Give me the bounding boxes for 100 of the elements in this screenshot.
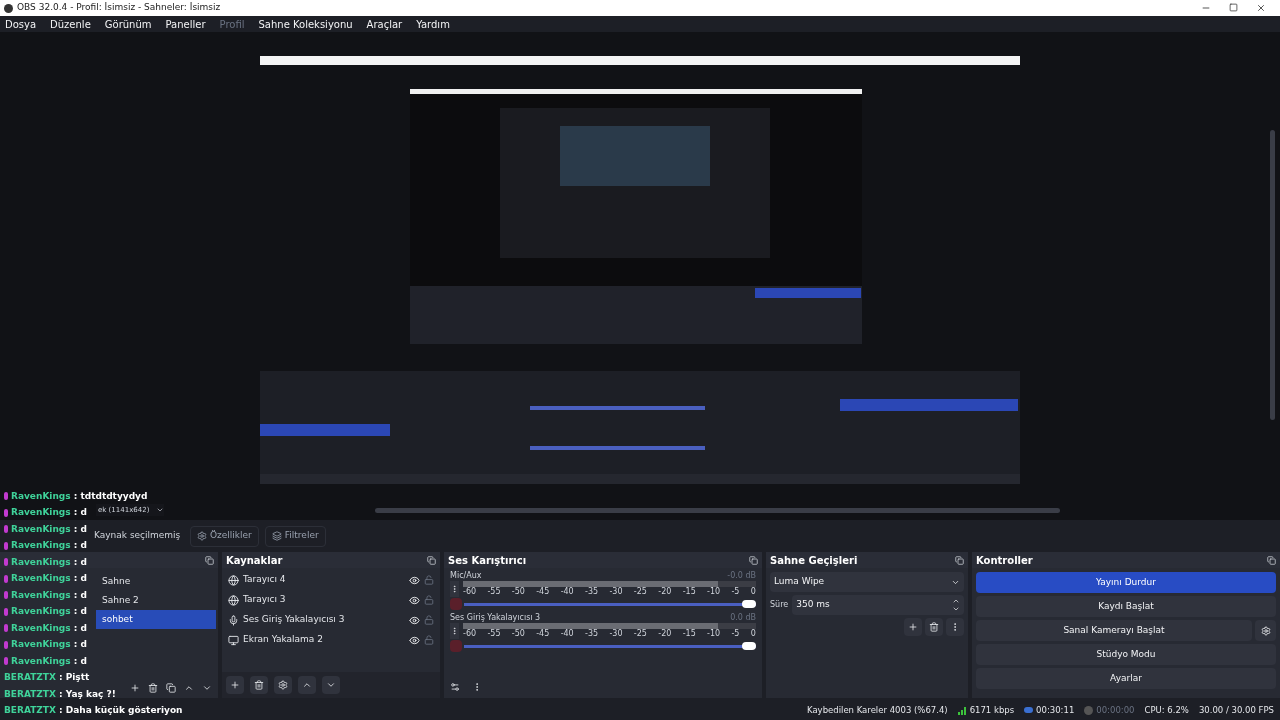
chat-username: RavenKings — [11, 588, 71, 602]
chat-message: : d — [73, 605, 87, 618]
decrement-icon[interactable] — [952, 605, 960, 613]
chat-username: RavenKings — [11, 638, 71, 651]
delete-icon[interactable] — [148, 683, 158, 693]
trash-icon — [254, 680, 264, 690]
scale-label: -40 — [560, 629, 574, 639]
slider-thumb[interactable] — [742, 599, 756, 608]
menu-item[interactable]: Dosya — [3, 16, 39, 32]
undock-icon[interactable] — [955, 555, 964, 565]
source-item[interactable]: Tarayıcı 4 — [222, 570, 440, 590]
channel-name: Mic/Aux — [450, 569, 482, 582]
eye-icon[interactable] — [409, 594, 420, 606]
globe-icon — [228, 594, 239, 606]
channel-reading: -0.0 dB — [727, 569, 756, 582]
toolbar-button[interactable]: Özellikler — [190, 525, 259, 547]
more-icon[interactable] — [450, 623, 459, 639]
more-icon[interactable] — [450, 581, 459, 597]
scale-label: -10 — [707, 629, 721, 639]
delete-button[interactable] — [925, 618, 943, 636]
source-item[interactable]: Ses Giriş Yakalayıcısı 3 — [222, 610, 440, 630]
chat-username: RavenKings — [11, 555, 71, 569]
undock-icon[interactable] — [427, 555, 436, 565]
chat-message: : Daha küçük gösteriyon — [58, 704, 183, 717]
undock-icon[interactable] — [1267, 555, 1276, 565]
control-button[interactable]: Kaydı Başlat — [976, 596, 1276, 617]
menu-item[interactable]: Araçlar — [364, 16, 405, 32]
scale-label: -45 — [536, 587, 550, 597]
scale-label: -20 — [658, 629, 672, 639]
source-name: Tarayıcı 4 — [243, 573, 287, 587]
undock-icon[interactable] — [205, 555, 214, 565]
add-icon[interactable] — [130, 683, 140, 693]
control-button[interactable]: Stüdyo Modu — [976, 644, 1276, 665]
scene-item[interactable]: Sahne — [96, 572, 216, 591]
scale-label: -15 — [682, 629, 696, 639]
chat-message: : d — [73, 588, 87, 602]
scale-label: 0 — [750, 629, 756, 639]
scene-item[interactable]: sohbet — [96, 610, 216, 629]
move-down-icon[interactable] — [202, 683, 212, 693]
scale-label: -15 — [682, 587, 696, 597]
source-item[interactable]: Tarayıcı 3 — [222, 590, 440, 610]
menu-item[interactable]: Paneller — [163, 16, 208, 32]
settings-button[interactable] — [274, 676, 292, 694]
caret-icon — [156, 506, 164, 514]
increment-icon[interactable] — [952, 597, 960, 605]
chat-username: RavenKings — [11, 572, 71, 585]
scale-label: -55 — [487, 629, 501, 639]
panel-title: Kontroller — [976, 553, 1033, 568]
eye-icon[interactable] — [409, 614, 420, 626]
chat-username: RavenKings — [11, 522, 71, 536]
scale-label: -20 — [658, 587, 672, 597]
signal-icon — [957, 705, 967, 715]
panel-title: Sahne Geçişleri — [770, 553, 858, 568]
gear-icon — [278, 680, 288, 690]
scale-label: -30 — [609, 629, 623, 639]
scale-label: -55 — [487, 587, 501, 597]
add-button[interactable] — [226, 676, 244, 694]
scale-label: -10 — [707, 587, 721, 597]
move-up-icon[interactable] — [184, 683, 194, 693]
scale-label: 0 — [750, 587, 756, 597]
chat-message: : d — [73, 572, 87, 585]
settings-button[interactable] — [1255, 620, 1276, 641]
move-up-button[interactable] — [298, 676, 316, 694]
dropped-frames: Kaybedilen Kareler 4003 (%67.4) — [806, 703, 948, 717]
control-button[interactable]: Ayarlar — [976, 668, 1276, 689]
scale-label: -35 — [585, 629, 599, 639]
chat-message: : Piştt — [58, 671, 90, 684]
scene-item[interactable]: Sahne 2 — [96, 591, 216, 610]
eye-icon[interactable] — [409, 634, 420, 646]
add-button[interactable] — [904, 618, 922, 636]
toolbar-button[interactable]: Filtreler — [264, 525, 326, 547]
chat-message: : d — [73, 539, 87, 552]
menu-item[interactable]: Sahne Koleksiyonu — [256, 16, 355, 32]
scale-label: -45 — [536, 629, 550, 639]
duration-field[interactable]: 350 ms — [792, 595, 964, 615]
transition-dropdown[interactable]: Luma Wipe — [770, 572, 964, 592]
delete-button[interactable] — [250, 676, 268, 694]
maximize-icon[interactable] — [1229, 3, 1238, 12]
source-item[interactable]: Ekran Yakalama 2 — [222, 630, 440, 650]
horizontal-scrollbar[interactable] — [375, 507, 1060, 513]
advanced-audio-icon[interactable] — [450, 682, 460, 692]
menu-item[interactable]: Yardım — [414, 16, 452, 32]
menu-item[interactable]: Görünüm — [102, 16, 154, 32]
source-status: Kaynak seçilmemiş — [94, 529, 182, 543]
close-icon[interactable] — [1256, 3, 1266, 13]
control-button[interactable]: Sanal Kamerayı Başlat — [976, 620, 1252, 641]
chat-message: : Yaş kaç ?! — [58, 687, 116, 701]
control-button[interactable]: Yayını Durdur — [976, 572, 1276, 593]
menu-item[interactable]: Düzenle — [48, 16, 93, 32]
eye-icon[interactable] — [409, 574, 420, 586]
vertical-scrollbar[interactable] — [1270, 130, 1275, 420]
chat-username: RavenKings — [11, 621, 71, 635]
source-name: Ekran Yakalama 2 — [243, 633, 324, 647]
undock-icon[interactable] — [749, 555, 758, 565]
scale-label: -60 — [463, 587, 477, 597]
gear-icon — [197, 531, 207, 541]
copy-icon[interactable] — [166, 683, 176, 693]
slider-thumb[interactable] — [742, 641, 756, 650]
more-button[interactable] — [946, 618, 964, 636]
scale-label: -25 — [633, 629, 647, 639]
